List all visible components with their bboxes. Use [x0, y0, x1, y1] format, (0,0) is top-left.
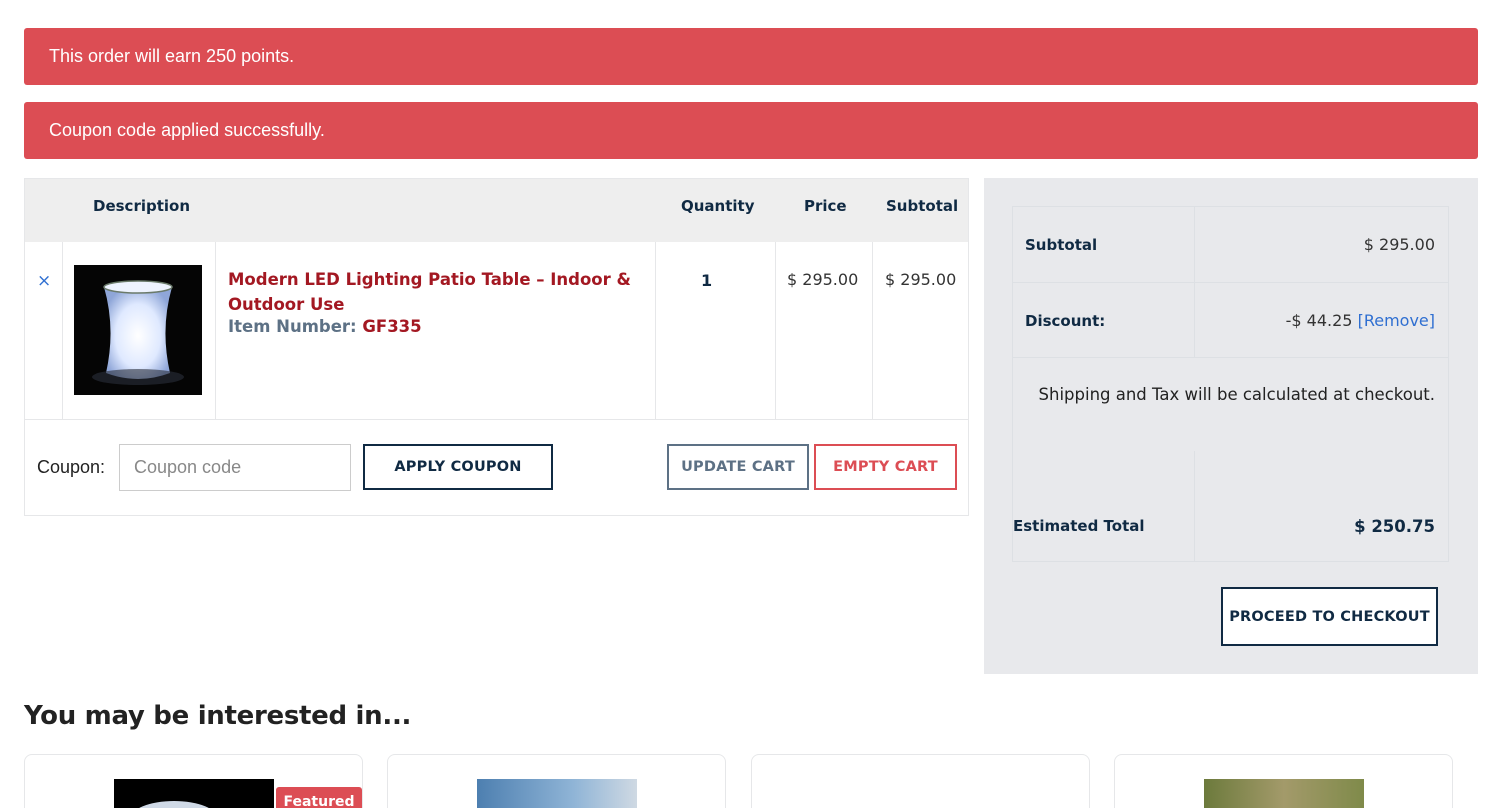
- cart-totals-panel: Subtotal $ 295.00 Discount: -$ 44.25 [Re…: [984, 178, 1478, 674]
- item-subtotal: $ 295.00: [885, 270, 957, 289]
- discount-label: Discount:: [1025, 312, 1106, 330]
- product-name-link[interactable]: Modern LED Lighting Patio Table – Indoor…: [228, 267, 648, 317]
- totals-table: Subtotal $ 295.00 Discount: -$ 44.25 [Re…: [1012, 206, 1449, 562]
- estimated-total-value: $ 250.75: [1354, 517, 1435, 536]
- remove-item-icon[interactable]: ×: [37, 271, 51, 291]
- related-product-card[interactable]: [751, 754, 1090, 808]
- featured-badge: Featured: [276, 787, 362, 808]
- price-header: Price: [804, 197, 847, 215]
- empty-cart-button[interactable]: EMPTY CART: [814, 444, 957, 490]
- subtotal-label: Subtotal: [1025, 236, 1098, 254]
- column-divider: [1194, 451, 1195, 562]
- related-product-card[interactable]: [1114, 754, 1453, 808]
- discount-value-group: -$ 44.25 [Remove]: [1286, 311, 1435, 330]
- column-divider: [215, 242, 216, 419]
- shipping-tax-note: Shipping and Tax will be calculated at c…: [1038, 385, 1435, 404]
- update-cart-button[interactable]: UPDATE CART: [667, 444, 809, 490]
- related-product-image[interactable]: [841, 779, 1001, 808]
- proceed-to-checkout-button[interactable]: PROCEED TO CHECKOUT: [1221, 587, 1438, 646]
- column-divider: [62, 242, 63, 419]
- quantity-header: Quantity: [681, 197, 755, 215]
- points-notice: This order will earn 250 points.: [24, 28, 1478, 85]
- item-number-label: Item Number:: [228, 317, 357, 336]
- item-number-value: GF335: [362, 317, 422, 336]
- quantity-value[interactable]: 1: [701, 271, 712, 290]
- related-product-image[interactable]: [1204, 779, 1364, 808]
- related-product-image[interactable]: [114, 779, 274, 808]
- related-product-card[interactable]: Featured: [24, 754, 363, 808]
- column-divider: [655, 242, 656, 419]
- apply-coupon-button[interactable]: APPLY COUPON: [363, 444, 553, 490]
- coupon-label: Coupon:: [37, 457, 106, 477]
- column-divider: [872, 242, 873, 419]
- row-divider: [1013, 357, 1448, 358]
- subtotal-value: $ 295.00: [1363, 235, 1435, 254]
- discount-value: -$ 44.25: [1285, 311, 1353, 330]
- cart-table: Description Quantity Price Subtotal × Mo…: [24, 178, 969, 516]
- cart-table-header: Description Quantity Price Subtotal: [25, 179, 968, 242]
- item-price: $ 295.00: [787, 270, 859, 289]
- remove-discount-link[interactable]: [Remove]: [1358, 311, 1435, 330]
- row-divider: [25, 419, 968, 420]
- column-divider: [775, 242, 776, 419]
- description-header: Description: [93, 197, 191, 215]
- coupon-code-input[interactable]: [119, 444, 351, 491]
- coupon-success-notice: Coupon code applied successfully.: [24, 102, 1478, 159]
- related-product-card[interactable]: [387, 754, 726, 808]
- related-products-heading: You may be interested in...: [24, 701, 412, 731]
- estimated-total-label: Estimated Total: [1013, 517, 1145, 535]
- related-product-image[interactable]: [477, 779, 637, 808]
- subtotal-header: Subtotal: [886, 197, 959, 215]
- product-thumbnail[interactable]: [74, 265, 202, 395]
- item-number: Item Number: GF335: [228, 317, 422, 336]
- column-divider: [1194, 207, 1195, 357]
- row-divider: [1013, 282, 1448, 283]
